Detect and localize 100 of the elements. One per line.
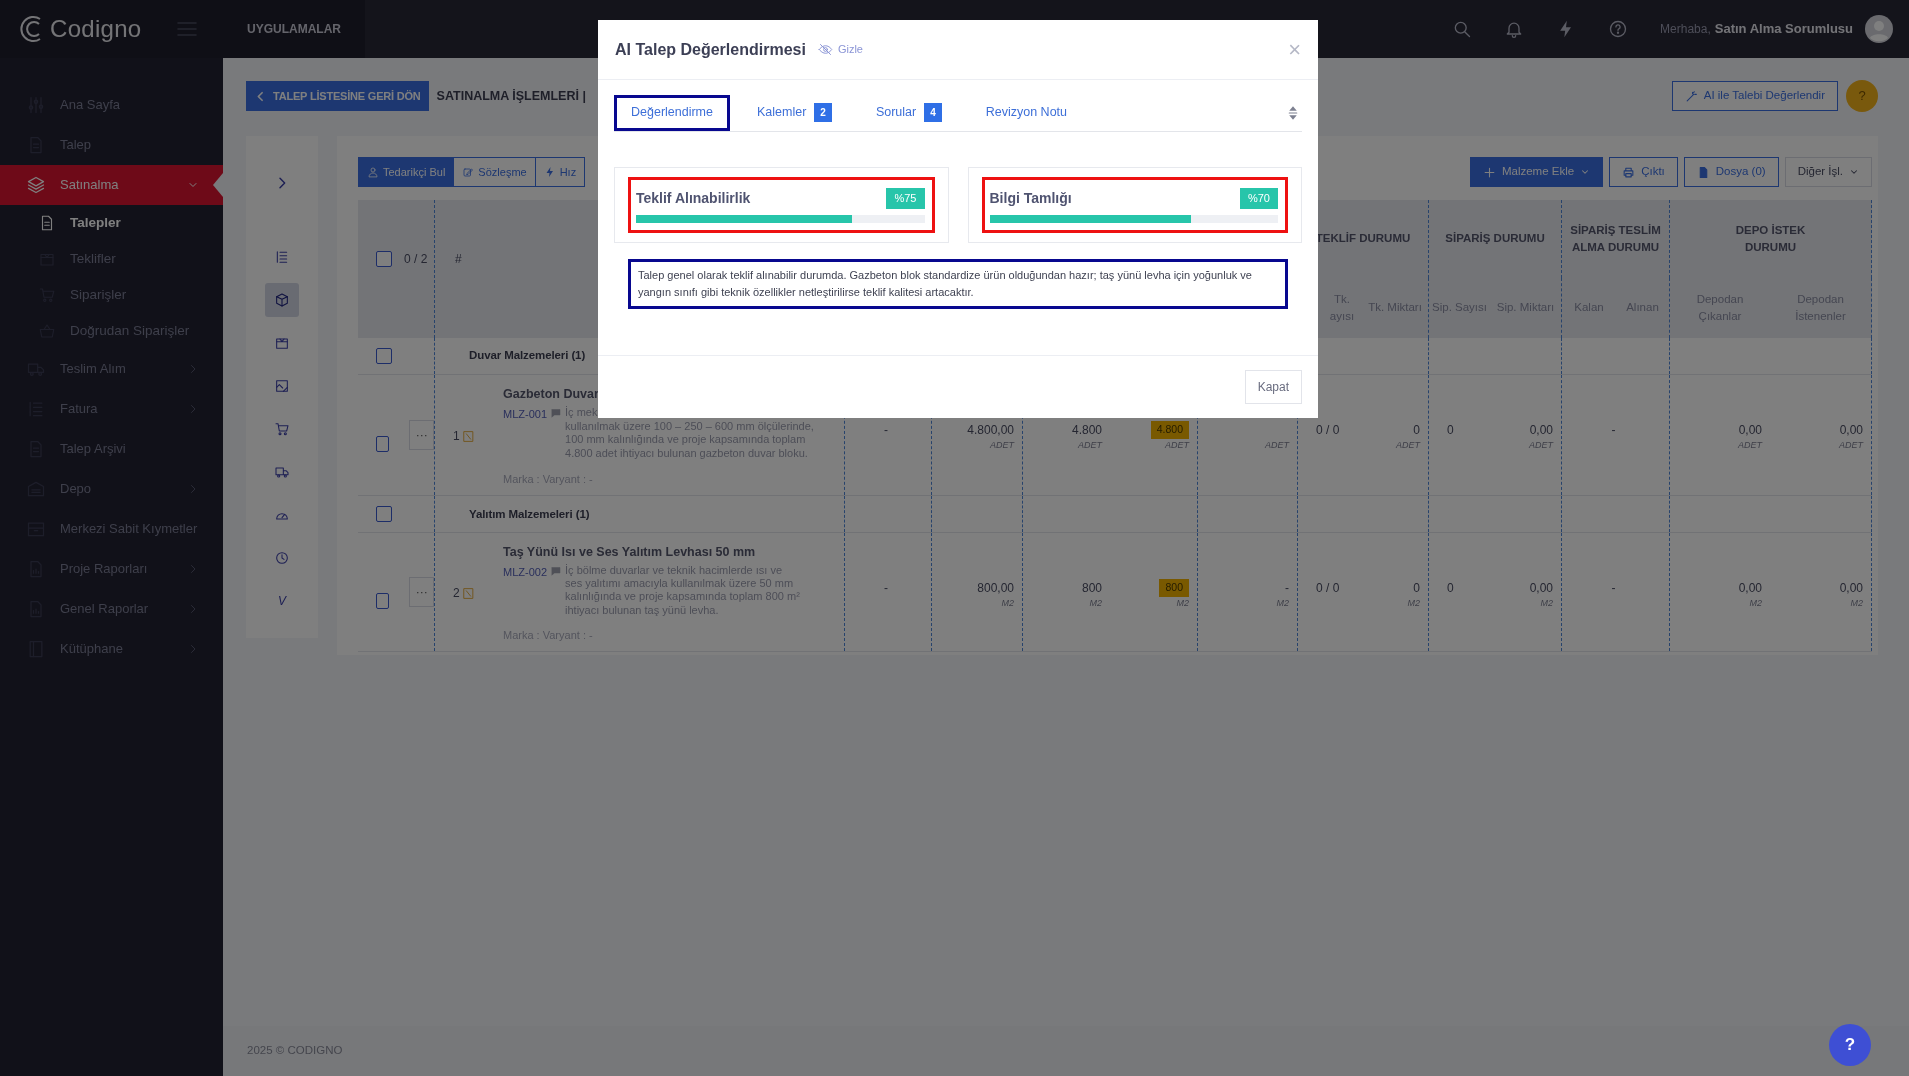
search-icon <box>1452 19 1473 39</box>
printer-icon <box>1622 165 1636 179</box>
active-pointer <box>213 173 223 197</box>
unit-label: ADET <box>1078 439 1102 452</box>
note-icon <box>461 429 475 443</box>
cell-value: - <box>1611 422 1616 439</box>
unit-label: M2 <box>1540 597 1553 611</box>
avatar[interactable] <box>1865 15 1893 43</box>
quantity-badge: 4.800 <box>1150 421 1189 439</box>
cell-value: 0 <box>1413 580 1420 598</box>
unit-label: ADET <box>1839 439 1863 452</box>
unit-label: M2 <box>1276 597 1289 611</box>
box-icon <box>274 335 290 351</box>
count-badge: 4 <box>924 103 942 122</box>
unit-label: ADET <box>1738 439 1762 452</box>
sidebar-item[interactable]: Satınalma <box>0 165 223 205</box>
score-badge: %70 <box>1239 188 1278 209</box>
tab[interactable]: Kalemler 2 <box>740 94 849 131</box>
more-button[interactable]: ··· <box>409 420 434 451</box>
wand-icon <box>1684 89 1698 103</box>
tab[interactable]: Değerlendirme <box>614 94 730 131</box>
column-header: SİPARİŞ DURUMU <box>1445 231 1545 247</box>
cell-value: 800 <box>1081 580 1102 598</box>
print-button[interactable]: Çıktı <box>1609 157 1678 187</box>
cell-value: 0,00 <box>1529 580 1553 598</box>
toolbar-tab[interactable]: Hız <box>535 157 586 187</box>
add-material-button[interactable]: Malzeme Ekle <box>1469 157 1604 187</box>
file-button[interactable]: Dosya (0) <box>1683 157 1779 187</box>
version-button[interactable]: V <box>265 584 299 618</box>
hide-link[interactable]: Gizle <box>817 41 863 58</box>
quantity-badge: 800 <box>1159 579 1189 597</box>
clock-icon <box>274 550 290 566</box>
group-title: Duvar Malzemeleri (1) <box>469 348 586 364</box>
toolbar-tab[interactable]: Tedarikçi Bul <box>358 157 455 187</box>
plus-icon <box>1482 165 1496 179</box>
brand-name: Codigno <box>50 14 142 44</box>
checkbox[interactable] <box>376 348 392 364</box>
unit-label: ADET <box>1165 438 1189 452</box>
image-icon <box>274 378 290 394</box>
unit-label: M2 <box>1749 597 1762 611</box>
item-code: MLZ-001 <box>503 406 548 422</box>
cell-value: - <box>1285 580 1289 598</box>
apps-menu[interactable]: UYGULAMALAR <box>223 0 365 58</box>
cell-value: 0,00 <box>1529 422 1553 439</box>
group-title: Yalıtım Malzemeleri (1) <box>469 506 590 522</box>
checkbox[interactable] <box>376 593 390 610</box>
person-icon <box>367 166 379 178</box>
cell-value: 800,00 <box>977 580 1014 598</box>
count-badge: 2 <box>814 103 832 122</box>
cell-value: - <box>884 580 888 598</box>
list-icon <box>274 249 290 265</box>
sidebar-item[interactable]: Talepler <box>0 205 223 241</box>
unit-label: ADET <box>1529 439 1553 452</box>
row-number: 2 <box>453 585 460 603</box>
more-actions-button[interactable]: Diğer İşl. <box>1784 157 1872 187</box>
unit-label: ADET <box>1396 439 1420 452</box>
cell-value: - <box>884 422 888 439</box>
checkbox[interactable] <box>376 251 392 267</box>
tab[interactable]: Revizyon Notu <box>968 94 1085 131</box>
unit-label: ADET <box>1265 439 1289 452</box>
cell-value: 0 <box>1413 422 1420 439</box>
ai-evaluate-button[interactable]: AI ile Talebi Değerlendir <box>1671 81 1838 111</box>
cell-value: 0,00 <box>1738 580 1762 598</box>
comment-icon <box>550 406 563 419</box>
search-button[interactable] <box>1452 19 1473 39</box>
tab[interactable]: Sorular 4 <box>858 94 959 131</box>
pen-icon <box>462 166 475 178</box>
unit-label: M2 <box>1176 597 1189 610</box>
cell-value: 0,00 <box>1839 422 1863 439</box>
cell-value: 0,00 <box>1839 580 1863 598</box>
unit-label: M2 <box>1407 597 1420 611</box>
close-button[interactable]: Kapat <box>1244 370 1302 404</box>
row-number: 1 <box>453 428 460 446</box>
close-button[interactable]: × <box>1288 38 1301 61</box>
toolbar-tab[interactable]: Sözleşme <box>454 157 536 187</box>
selection-count: 0 / 2 <box>404 251 428 268</box>
rail-button[interactable] <box>265 283 299 317</box>
help-icon <box>1608 19 1629 39</box>
cell-value: 4.800 <box>1071 422 1102 439</box>
note-icon <box>461 586 475 600</box>
summary-text: Talep genel olarak teklif alınabilir durumda. Gazbeton blok standardize ürün olduğundan hazır; taş yünü levha için yoğunluk ve yangın sınıfı gibi teknik özellikler netleştirilirse teklif kalitesi artacaktır. <box>628 259 1288 310</box>
unit-label: M2 <box>1001 597 1014 611</box>
cell-value: 0 / 0 <box>1316 422 1340 439</box>
back-button[interactable]: TALEP LİSTESİNE GERİ DÖN <box>246 81 429 111</box>
unit-label: M2 <box>1089 597 1102 611</box>
checkbox[interactable] <box>376 436 390 453</box>
more-button[interactable]: ··· <box>409 577 434 608</box>
cell-value: 0 <box>1447 580 1454 598</box>
help-button[interactable] <box>1608 19 1629 39</box>
help-button[interactable]: ? <box>1846 80 1878 112</box>
cube-icon <box>274 292 290 308</box>
unit-label: M2 <box>1850 597 1863 611</box>
cell-value: 0 <box>1447 422 1454 439</box>
comment-icon <box>550 565 563 577</box>
dialog-title: AI Talep Değerlendirmesi <box>615 39 806 60</box>
cell-value: 4.800,00 <box>967 422 1014 439</box>
caret-icon <box>1580 167 1591 177</box>
score-badge: %75 <box>886 188 925 209</box>
checkbox[interactable] <box>376 506 392 523</box>
page-title: SATINALMA İŞLEMLERİ | <box>436 87 586 105</box>
